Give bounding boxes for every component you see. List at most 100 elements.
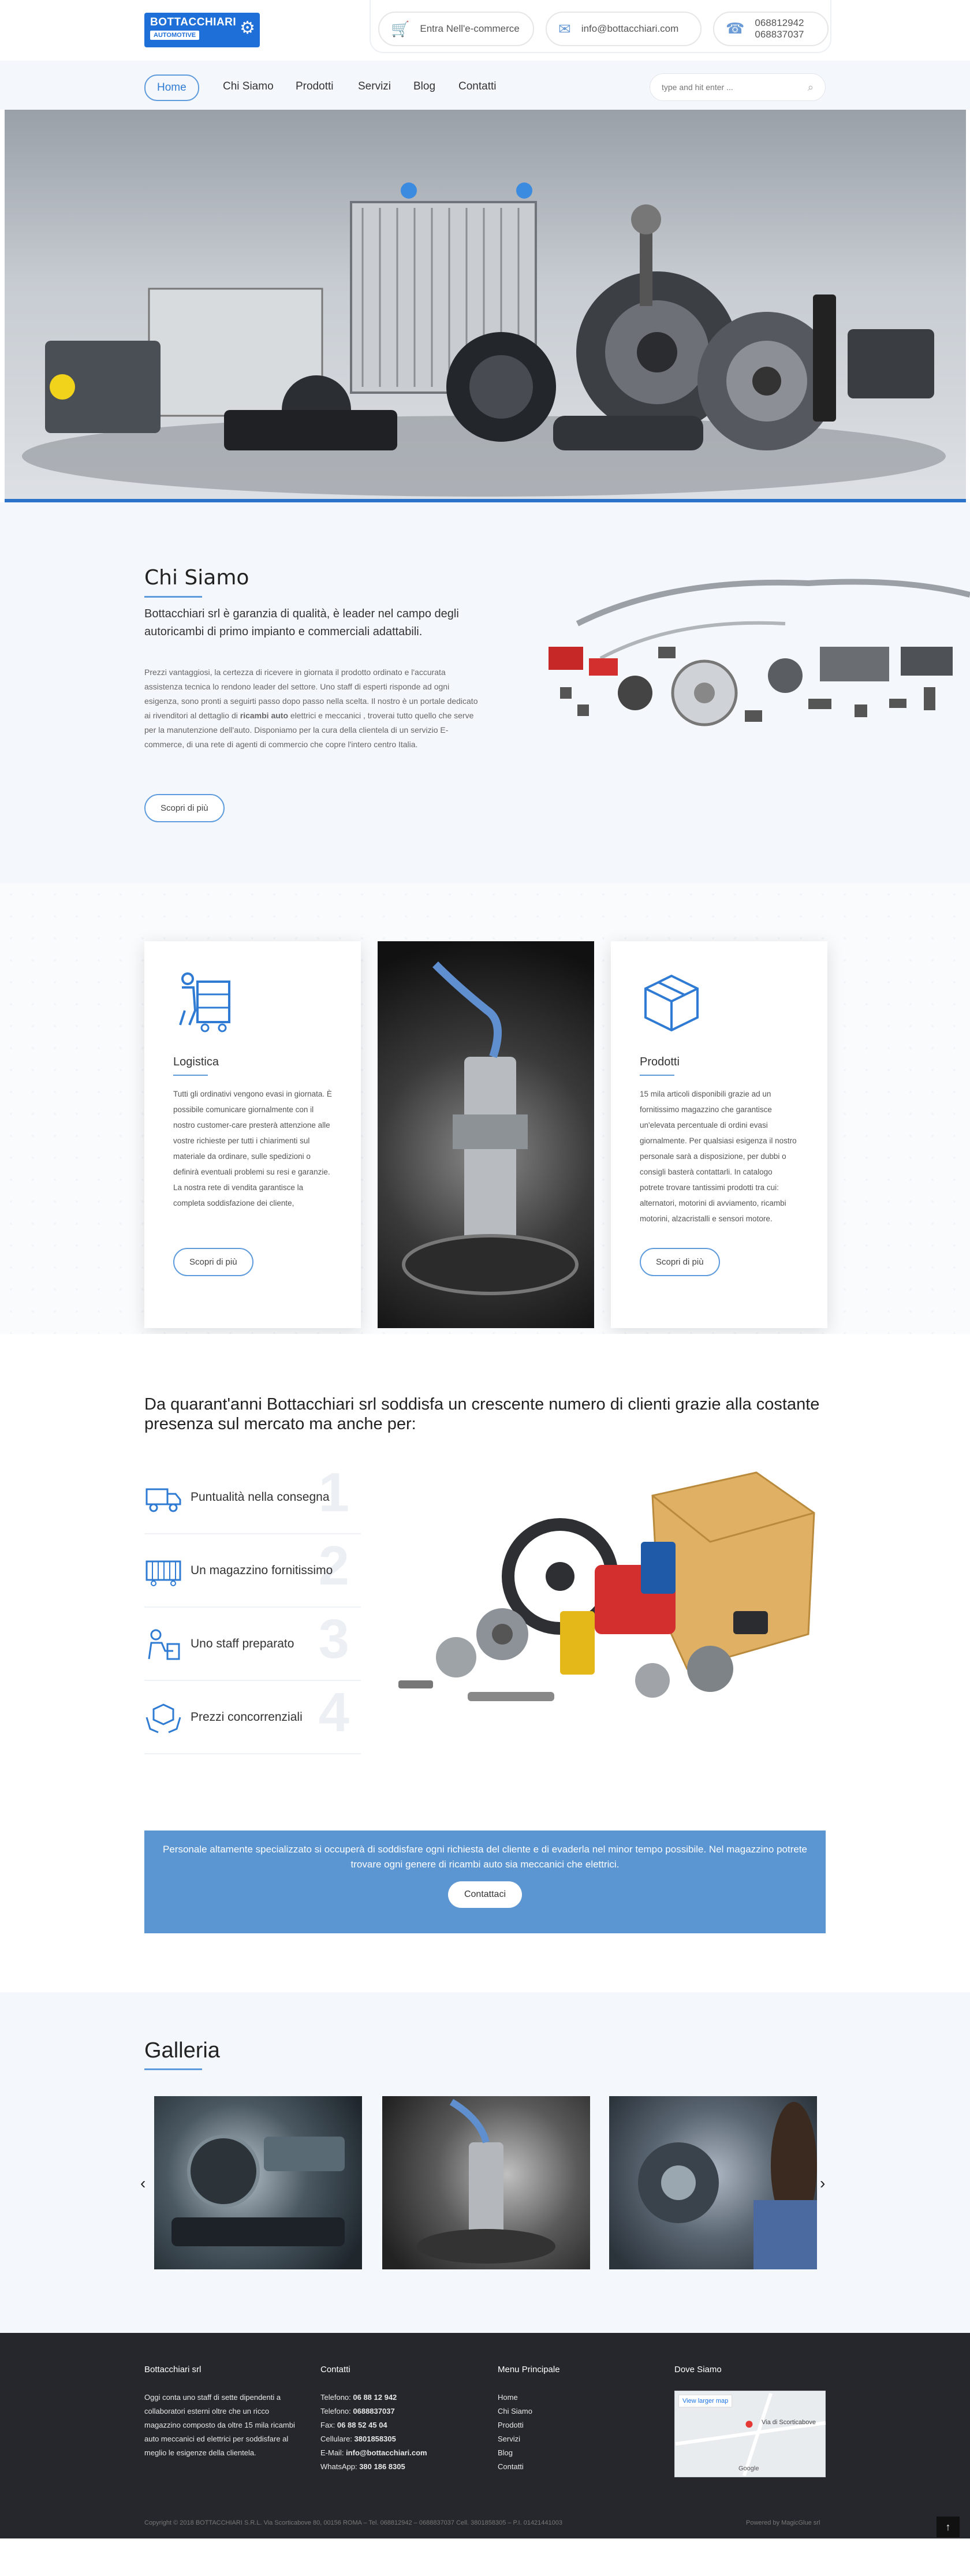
nav-prodotti[interactable]: Prodotti bbox=[284, 74, 345, 99]
why-item-delivery: Puntualità nella consegna 1 bbox=[144, 1461, 361, 1534]
why-section: Da quarant'anni Bottacchiari srl soddisf… bbox=[0, 1334, 970, 1831]
email-label: info@bottacchiari.com bbox=[581, 23, 679, 34]
phone-link[interactable]: ☎ 068812942 068837037 bbox=[713, 12, 829, 46]
gallery-image-mechanic[interactable] bbox=[609, 2096, 817, 2269]
warehouse-icon bbox=[146, 1560, 181, 1586]
cta-text: Personale altamente specializzato si occ… bbox=[163, 1844, 807, 1870]
footer-contact-line: WhatsApp: 380 186 8305 bbox=[320, 2462, 405, 2471]
phone-number-1: 068812942 bbox=[755, 17, 804, 29]
exploded-car-image bbox=[549, 579, 970, 726]
nav-chi-siamo[interactable]: Chi Siamo bbox=[211, 74, 285, 99]
logistics-icon bbox=[179, 972, 230, 1032]
why-item-number: 4 bbox=[318, 1682, 349, 1743]
why-item-number: 3 bbox=[318, 1608, 349, 1670]
logistics-more-button[interactable]: Scopri di più bbox=[173, 1248, 253, 1276]
products-text: 15 mila articoli disponibili grazie ad u… bbox=[640, 1090, 797, 1223]
map-pin-icon: ● bbox=[744, 2414, 754, 2432]
location-map[interactable]: View larger map ● Via di Scorticabove Go… bbox=[674, 2391, 826, 2477]
search-icon[interactable]: ⌕ bbox=[808, 81, 814, 94]
why-item-warehouse: Un magazzino fornitissimo 2 bbox=[144, 1534, 361, 1608]
phone-support-icon: ☎ bbox=[726, 20, 745, 38]
why-title: Da quarant'anni Bottacchiari srl soddisf… bbox=[144, 1395, 820, 1433]
gallery-image-engine[interactable] bbox=[154, 2096, 362, 2269]
footer-menu-servizi[interactable]: Servizi bbox=[498, 2432, 659, 2446]
logistics-card: Logistica Tutti gli ordinativi vengono e… bbox=[144, 941, 361, 1328]
phone-numbers: 068812942 068837037 bbox=[755, 17, 804, 40]
gear-icon: ⚙ bbox=[240, 18, 255, 38]
footer-about: Bottacchiari srl Oggi conta uno staff di… bbox=[144, 2365, 306, 2460]
footer-contact-line: Telefono: 06 88 12 942 bbox=[320, 2393, 397, 2402]
box-icon bbox=[644, 974, 699, 1032]
footer-contact-line[interactable]: E-Mail: info@bottacchiari.com bbox=[320, 2446, 482, 2460]
about-body: Prezzi vantaggiosi, la certezza di ricev… bbox=[144, 668, 478, 749]
about-lead: Bottacchiari srl è garanzia di qualità, … bbox=[144, 607, 459, 638]
map-place-label: Via di Scorticabove bbox=[762, 2419, 816, 2426]
footer-menu: Menu Principale Home Chi Siamo Prodotti … bbox=[498, 2365, 659, 2474]
powered-by-text: Powered by MagicGlue srl bbox=[746, 2519, 820, 2526]
card-underline bbox=[173, 1075, 208, 1076]
nav-home[interactable]: Home bbox=[144, 74, 199, 101]
why-item-prices: Prezzi concorrenziali 4 bbox=[144, 1681, 361, 1754]
why-item-label: Uno staff preparato bbox=[191, 1636, 294, 1650]
about-title: Chi Siamo bbox=[144, 566, 249, 590]
search-input[interactable] bbox=[662, 83, 794, 92]
about-section: Chi Siamo Bottacchiari srl è garanzia di… bbox=[0, 502, 970, 883]
footer-contacts: Contatti Telefono: 06 88 12 942 Telefono… bbox=[320, 2365, 482, 2474]
nav-servizi[interactable]: Servizi bbox=[346, 74, 402, 99]
logo-line1: BOTTACCHIARI bbox=[150, 16, 237, 28]
products-more-button[interactable]: Scopri di più bbox=[640, 1248, 720, 1276]
copyright-text: Copyright © 2018 BOTTACCHIARI S.R.L. Via… bbox=[144, 2519, 562, 2526]
why-item-staff: Uno staff preparato 3 bbox=[144, 1608, 361, 1681]
card-underline bbox=[640, 1075, 674, 1076]
nav-blog[interactable]: Blog bbox=[402, 74, 447, 99]
ecommerce-label: Entra Nell'e-commerce bbox=[420, 23, 520, 34]
gallery-underline bbox=[144, 2068, 202, 2070]
footer-menu-contatti[interactable]: Contatti bbox=[498, 2460, 659, 2474]
footer-menu-title: Menu Principale bbox=[498, 2365, 560, 2374]
phone-number-2: 068837037 bbox=[755, 29, 804, 40]
footer-location-title: Dove Siamo bbox=[674, 2365, 722, 2374]
about-body-bold: ricambi auto bbox=[240, 711, 289, 720]
arrow-up-icon: ↑ bbox=[945, 2521, 951, 2533]
ecommerce-link[interactable]: 🛒 Entra Nell'e-commerce bbox=[378, 12, 534, 46]
gallery-next-arrow-icon[interactable]: › bbox=[820, 2174, 825, 2193]
footer-menu-prodotti[interactable]: Prodotti bbox=[498, 2418, 659, 2432]
staff-icon bbox=[148, 1629, 180, 1660]
logo[interactable]: BOTTACCHIARI AUTOMOTIVE ⚙ bbox=[144, 13, 260, 47]
nav-contatti[interactable]: Contatti bbox=[447, 74, 508, 99]
footer-about-text: Oggi conta uno staff di sette dipendenti… bbox=[144, 2393, 295, 2457]
scroll-to-top-button[interactable]: ↑ bbox=[937, 2517, 960, 2537]
search-box: ⌕ bbox=[650, 73, 826, 101]
box-hands-icon bbox=[146, 1703, 181, 1733]
footer: Bottacchiari srl Oggi conta uno staff di… bbox=[0, 2333, 970, 2538]
cta-section: Personale altamente specializzato si occ… bbox=[0, 1831, 970, 1992]
products-card: Prodotti 15 mila articoli disponibili gr… bbox=[611, 941, 827, 1328]
gallery-prev-arrow-icon[interactable]: ‹ bbox=[140, 2174, 146, 2193]
gallery-section: Galleria ‹ › bbox=[0, 1992, 970, 2333]
footer-menu-home[interactable]: Home bbox=[498, 2391, 659, 2404]
footer-contact-line: Fax: 06 88 52 45 04 bbox=[320, 2421, 387, 2429]
footer-about-title: Bottacchiari srl bbox=[144, 2365, 202, 2374]
why-item-label: Puntualità nella consegna bbox=[191, 1490, 330, 1504]
auto-parts-box-image bbox=[398, 1471, 815, 1701]
view-larger-map-button[interactable]: View larger map bbox=[678, 2395, 733, 2407]
hero-banner bbox=[5, 110, 966, 502]
contact-button[interactable]: Contattaci bbox=[447, 1881, 523, 1908]
cart-icon: 🛒 bbox=[391, 20, 410, 38]
logo-line2: AUTOMOTIVE bbox=[150, 31, 200, 40]
footer-menu-chi-siamo[interactable]: Chi Siamo bbox=[498, 2404, 659, 2418]
cta-box: Personale altamente specializzato si occ… bbox=[144, 1831, 826, 1933]
google-logo: Google bbox=[738, 2465, 759, 2472]
footer-menu-blog[interactable]: Blog bbox=[498, 2446, 659, 2460]
top-bar: BOTTACCHIARI AUTOMOTIVE ⚙ 🛒 Entra Nell'e… bbox=[0, 0, 970, 61]
about-more-button[interactable]: Scopri di più bbox=[144, 794, 225, 822]
gallery-title: Galleria bbox=[144, 2038, 220, 2063]
oxygen-sensor-image bbox=[378, 941, 594, 1328]
gallery-image-sensor[interactable] bbox=[382, 2096, 590, 2269]
email-link[interactable]: ✉ info@bottacchiari.com bbox=[546, 12, 702, 46]
footer-contact-line: Cellulare: 3801858305 bbox=[320, 2435, 396, 2443]
products-title: Prodotti bbox=[640, 1056, 680, 1068]
why-item-label: Un magazzino fornitissimo bbox=[191, 1563, 333, 1577]
logistics-text: Tutti gli ordinativi vengono evasi in gi… bbox=[173, 1090, 332, 1207]
hero-auto-parts-image bbox=[22, 182, 946, 497]
